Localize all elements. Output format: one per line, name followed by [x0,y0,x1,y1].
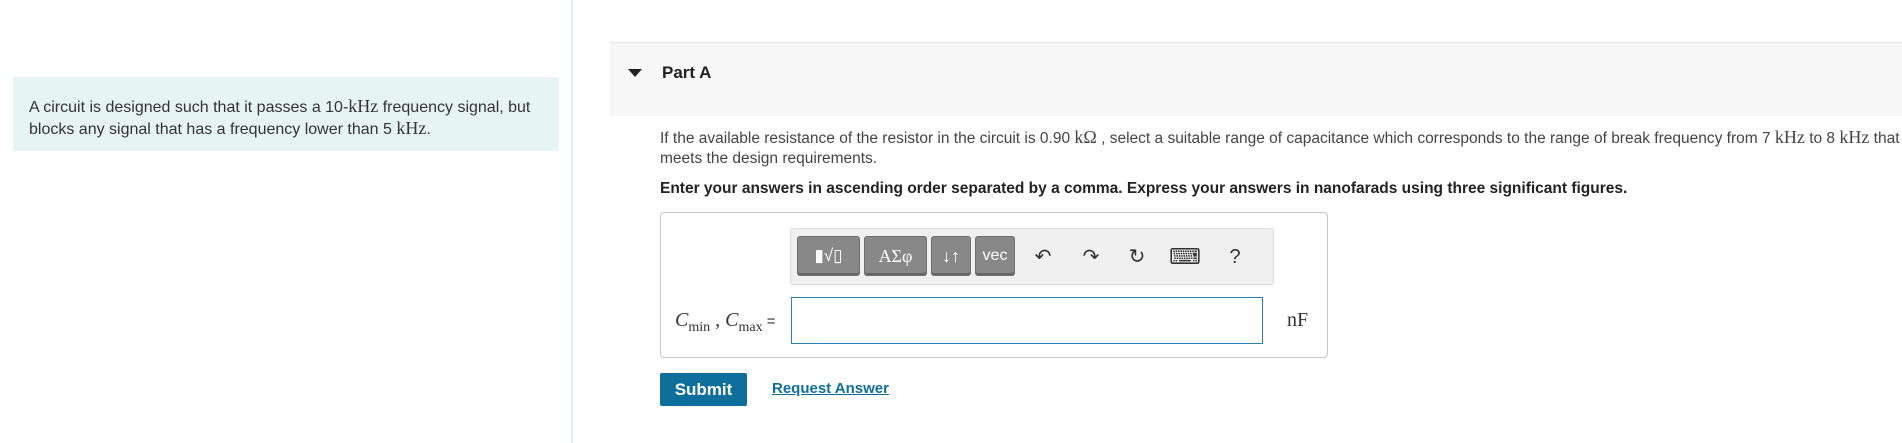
answer-input[interactable] [791,297,1263,344]
khz-unit: kHz [396,118,427,138]
caret-down-icon[interactable] [628,69,642,77]
khz-unit: kHz [1774,127,1805,147]
kohm-unit: kΩ [1074,127,1097,147]
answer-label: Cmin , Cmax = [675,309,776,336]
keyboard-icon[interactable]: ⌨ [1169,239,1201,275]
problem-panel: A circuit is designed such that it passe… [0,0,573,443]
question-fragment: to 8 [1804,130,1840,147]
label-subscript: min [688,320,711,335]
math-toolbar: ▮√▯ ΑΣφ ↓↑ vec ↶ ↷ ↻ ⌨ ? [790,228,1274,285]
request-answer-link[interactable]: Request Answer [772,380,889,397]
part-title: Part A [662,63,712,82]
khz-unit: kHz [1839,127,1870,147]
problem-statement: A circuit is designed such that it passe… [13,77,559,151]
arrows-button[interactable]: ↓↑ [931,236,971,276]
redo-icon[interactable]: ↷ [1075,239,1107,275]
template-button[interactable]: ▮√▯ [797,236,860,276]
label-equals: = [762,313,776,330]
undo-icon[interactable]: ↶ [1027,239,1059,275]
greek-symbols-button[interactable]: ΑΣφ [864,236,927,276]
problem-text: A circuit is designed such that it passe… [29,99,349,116]
vec-button[interactable]: vec [975,236,1015,276]
help-icon[interactable]: ? [1219,239,1251,275]
part-header[interactable]: Part A [610,42,1902,116]
label-symbol: C [675,309,689,331]
label-subscript: max [738,320,763,335]
submit-button[interactable]: Submit [660,373,747,406]
label-symbol: C [725,309,739,331]
unit-label: nF [1287,309,1309,331]
problem-text: . [426,121,431,138]
label-separator: , [710,309,726,331]
khz-unit: kHz [348,96,379,116]
question-fragment: , select a suitable range of capacitance… [1096,130,1775,147]
question-text: If the available resistance of the resis… [660,127,1900,169]
question-fragment: If the available resistance of the resis… [660,130,1075,147]
reset-icon[interactable]: ↻ [1121,239,1153,275]
instructions: Enter your answers in ascending order se… [660,180,1628,197]
answer-box: ▮√▯ ΑΣφ ↓↑ vec ↶ ↷ ↻ ⌨ ? Cmin , Cmax = n… [660,212,1328,358]
part-panel: Part A If the available resistance of th… [610,0,1902,443]
